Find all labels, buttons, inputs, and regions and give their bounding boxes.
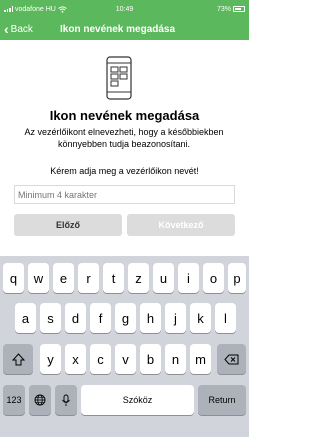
- key-i[interactable]: i: [178, 263, 199, 293]
- space-key[interactable]: Szóköz: [81, 385, 194, 415]
- key-m[interactable]: m: [190, 344, 211, 374]
- globe-icon: [34, 394, 46, 406]
- previous-button[interactable]: Előző: [14, 214, 122, 236]
- key-j[interactable]: j: [165, 303, 186, 333]
- key-v[interactable]: v: [115, 344, 136, 374]
- key-k[interactable]: k: [190, 303, 211, 333]
- backspace-icon: [224, 354, 239, 364]
- key-r[interactable]: r: [78, 263, 99, 293]
- battery-group: 73%: [185, 6, 245, 13]
- numbers-key[interactable]: 123: [3, 385, 25, 415]
- key-p[interactable]: p: [228, 263, 246, 293]
- wifi-icon: [58, 5, 67, 13]
- key-d[interactable]: d: [65, 303, 86, 333]
- key-g[interactable]: g: [115, 303, 136, 333]
- key-e[interactable]: e: [53, 263, 74, 293]
- chevron-left-icon: ‹: [4, 21, 9, 37]
- status-time: 10:49: [115, 5, 134, 13]
- name-prompt: Kérem adja meg a vezérlőikon nevét!: [50, 166, 199, 176]
- status-bar: vodafone HU 10:49 73%: [0, 0, 249, 18]
- back-button[interactable]: ‹ Back: [0, 21, 60, 37]
- signal-icon: [4, 6, 13, 12]
- page-heading: Ikon nevének megadása: [49, 108, 200, 123]
- key-y[interactable]: y: [40, 344, 61, 374]
- shift-key[interactable]: [3, 344, 33, 374]
- nav-bar: ‹ Back Ikon nevének megadása: [0, 18, 249, 40]
- back-label: Back: [10, 23, 33, 35]
- key-f[interactable]: f: [90, 303, 111, 333]
- key-l[interactable]: l: [215, 303, 236, 333]
- key-z[interactable]: z: [128, 263, 149, 293]
- shift-icon: [11, 352, 25, 365]
- key-x[interactable]: x: [65, 344, 86, 374]
- microphone-icon: [62, 394, 70, 406]
- battery-icon: [233, 6, 245, 12]
- key-b[interactable]: b: [140, 344, 161, 374]
- microphone-key[interactable]: [55, 385, 77, 415]
- key-u[interactable]: u: [153, 263, 174, 293]
- backspace-key[interactable]: [217, 344, 246, 374]
- key-h[interactable]: h: [140, 303, 161, 333]
- nav-title: Ikon nevének megadása: [60, 23, 176, 35]
- globe-key[interactable]: [29, 385, 51, 415]
- icon-name-input[interactable]: [14, 185, 235, 204]
- key-c[interactable]: c: [90, 344, 111, 374]
- battery-percent: 73%: [216, 5, 231, 13]
- key-a[interactable]: a: [15, 303, 36, 333]
- main-content: Ikon nevének megadása Az vezérlőikont el…: [0, 40, 249, 256]
- key-w[interactable]: w: [28, 263, 49, 293]
- return-key[interactable]: Return: [198, 385, 246, 415]
- carrier-name: vodafone HU: [15, 5, 56, 13]
- key-s[interactable]: s: [40, 303, 61, 333]
- key-q[interactable]: q: [3, 263, 24, 293]
- carrier-group: vodafone HU: [4, 6, 94, 13]
- key-o[interactable]: o: [203, 263, 224, 293]
- key-n[interactable]: n: [165, 344, 186, 374]
- phone-grid-icon: [106, 56, 132, 100]
- page-description: Az vezérlőikont elnevezheti, hogy a késő…: [24, 127, 224, 149]
- key-t[interactable]: t: [103, 263, 124, 293]
- onscreen-keyboard: q w e r t z u i o p a s d f g h j k l y …: [0, 256, 249, 437]
- next-button[interactable]: Következő: [127, 214, 235, 236]
